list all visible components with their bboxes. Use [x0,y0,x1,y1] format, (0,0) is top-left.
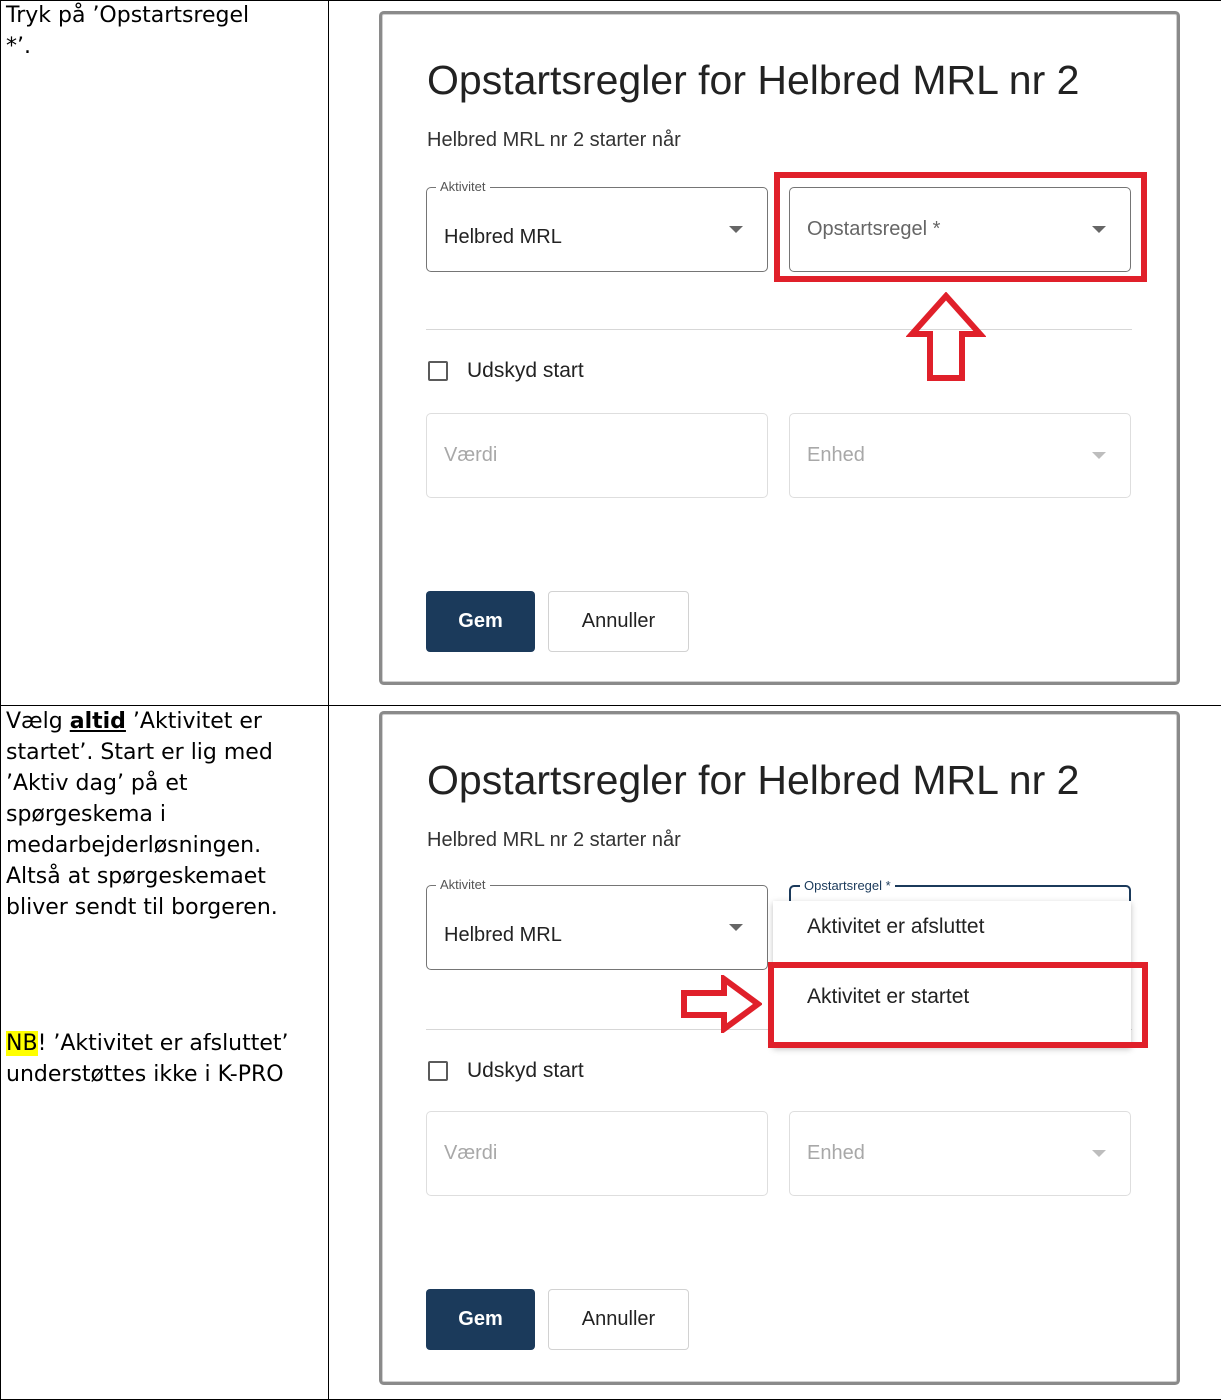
highlight-box [768,962,1148,1048]
dialog-subtitle: Helbred MRL nr 2 starter når [427,129,681,151]
dialog-divider [426,329,1132,330]
dialog-subtitle: Helbred MRL nr 2 starter når [427,829,681,851]
activity-select-label: Aktivitet [436,877,490,892]
instruction-prefix: Vælg [6,709,70,734]
value-input: Værdi [426,413,768,498]
save-button[interactable]: Gem [426,1289,535,1350]
value-input: Værdi [426,1111,768,1196]
instruction-rest: ’Aktivitet er startet’. Start er lig med… [6,709,278,920]
unit-select-placeholder: Enhed [807,444,865,466]
note-text: ! ’Aktivitet er afsluttet’ understøttes … [6,1031,289,1087]
unit-select: Enhed [789,413,1131,498]
cancel-button[interactable]: Annuller [548,591,689,652]
value-input-placeholder: Værdi [444,1142,498,1164]
note-highlight: NB [6,1031,38,1056]
row2-instruction-text: Vælg altid ’Aktivitet er startet’. Start… [6,706,316,923]
chevron-down-icon [1092,1150,1106,1157]
activity-select-value: Helbred MRL [444,924,562,946]
activity-select[interactable]: Aktivitet Helbred MRL [426,179,768,272]
row1-instruction-text: Tryk på ’Opstartsregel *’. [6,3,250,59]
table-column-divider [328,0,329,1400]
instruction-emphasis: altid [69,709,126,734]
menu-item-activity-finished[interactable]: Aktivitet er afsluttet [773,915,1131,939]
dialog-title: Opstartsregler for Helbred MRL nr 2 [427,57,1080,103]
chevron-down-icon [729,226,743,233]
activity-select-value: Helbred MRL [444,226,562,248]
row2-dialog: Opstartsregler for Helbred MRL nr 2 Helb… [382,714,1177,1382]
save-button[interactable]: Gem [426,591,535,652]
postpone-start-checkbox[interactable] [428,1061,448,1081]
unit-select-placeholder: Enhed [807,1142,865,1164]
dialog-title: Opstartsregler for Helbred MRL nr 2 [427,757,1080,803]
row1-instruction: Tryk på ’Opstartsregel *’. [6,0,316,62]
chevron-down-icon [1092,452,1106,459]
instruction-table: Tryk på ’Opstartsregel *’. Opstartsregle… [0,0,1221,1400]
right-arrow-icon [681,975,762,1033]
up-arrow-icon [906,292,986,381]
value-input-placeholder: Værdi [444,444,498,466]
row1-dialog: Opstartsregler for Helbred MRL nr 2 Helb… [382,14,1177,682]
cancel-button[interactable]: Annuller [548,1289,689,1350]
postpone-start-label: Udskyd start [467,1059,584,1082]
row2-note: NB! ’Aktivitet er afsluttet’ understøtte… [6,1028,316,1090]
highlight-box [774,172,1147,282]
chevron-down-icon [729,924,743,931]
startup-rule-label: Opstartsregel * [800,878,895,893]
postpone-start-label: Udskyd start [467,359,584,382]
activity-select-label: Aktivitet [436,179,490,194]
table-border-left [0,0,1,1400]
activity-select[interactable]: Aktivitet Helbred MRL [426,877,768,970]
row2-instruction: Vælg altid ’Aktivitet er startet’. Start… [6,706,316,1090]
postpone-start-checkbox[interactable] [428,361,448,381]
unit-select: Enhed [789,1111,1131,1196]
